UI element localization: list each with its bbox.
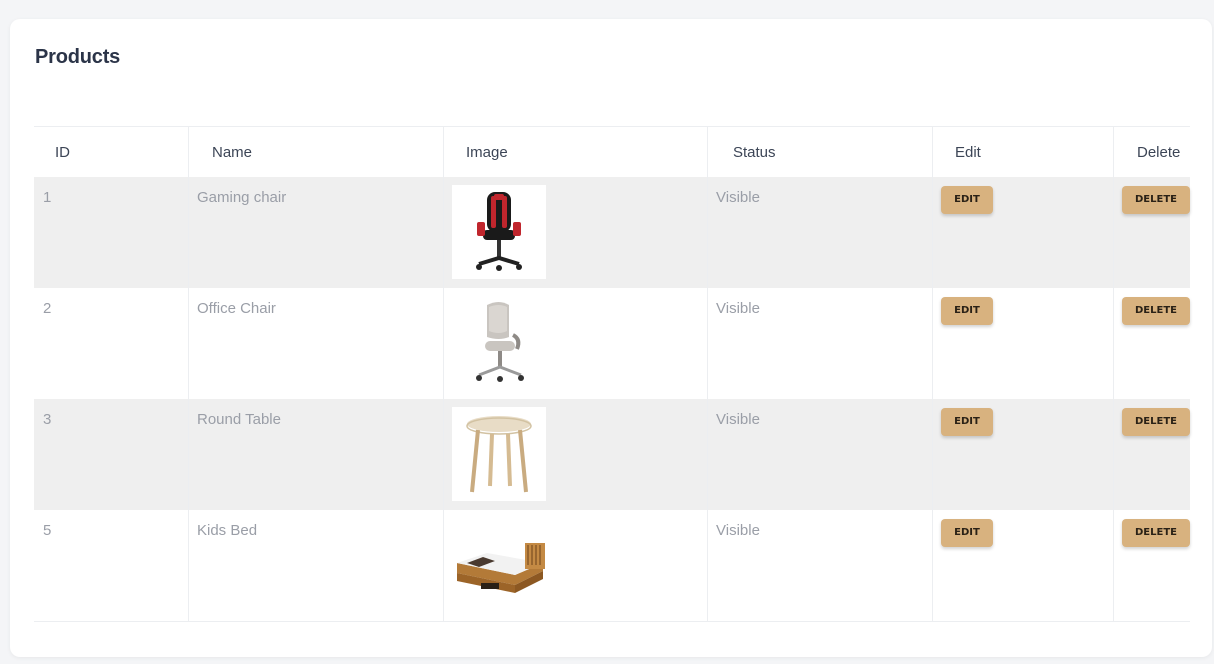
kids-bed-image bbox=[452, 518, 546, 612]
row-status: Visible bbox=[707, 510, 933, 622]
header-name: Name bbox=[188, 126, 444, 177]
delete-button[interactable]: DELETE bbox=[1122, 408, 1190, 436]
table-row: 2 Office Chair Visible EDIT DELETE bbox=[34, 288, 1190, 399]
header-delete: Delete bbox=[1113, 126, 1190, 177]
header-image: Image bbox=[443, 126, 708, 177]
row-status: Visible bbox=[707, 177, 933, 288]
row-id: 2 bbox=[34, 288, 189, 399]
delete-button[interactable]: DELETE bbox=[1122, 297, 1190, 325]
edit-button[interactable]: EDIT bbox=[941, 408, 993, 436]
edit-button[interactable]: EDIT bbox=[941, 297, 993, 325]
table-row: 3 Round Table Visible EDIT DELETE bbox=[34, 399, 1190, 510]
header-id: ID bbox=[34, 126, 189, 177]
row-name: Gaming chair bbox=[188, 177, 444, 288]
delete-button[interactable]: DELETE bbox=[1122, 519, 1190, 547]
table-row: 5 Kids Bed Visible EDIT DELETE bbox=[34, 510, 1190, 622]
edit-button[interactable]: EDIT bbox=[941, 519, 993, 547]
office-chair-image bbox=[452, 296, 546, 390]
delete-button[interactable]: DELETE bbox=[1122, 186, 1190, 214]
round-table-image bbox=[452, 407, 546, 501]
table-row: 1 Gaming chair Visible EDIT DELETE bbox=[34, 177, 1190, 288]
row-name: Round Table bbox=[188, 399, 444, 510]
row-name: Kids Bed bbox=[188, 510, 444, 622]
row-id: 5 bbox=[34, 510, 189, 622]
row-status: Visible bbox=[707, 288, 933, 399]
products-table: ID Name Image Status Edit Delete 1 Gamin… bbox=[34, 126, 1190, 622]
row-id: 3 bbox=[34, 399, 189, 510]
row-status: Visible bbox=[707, 399, 933, 510]
table-header-row: ID Name Image Status Edit Delete bbox=[34, 126, 1190, 177]
products-card: Products ID Name Image Status Edit Delet… bbox=[10, 19, 1212, 657]
header-edit: Edit bbox=[932, 126, 1114, 177]
page-title: Products bbox=[35, 46, 121, 68]
header-status: Status bbox=[707, 126, 933, 177]
gaming-chair-image bbox=[452, 185, 546, 279]
edit-button[interactable]: EDIT bbox=[941, 186, 993, 214]
row-name: Office Chair bbox=[188, 288, 444, 399]
row-id: 1 bbox=[34, 177, 189, 288]
